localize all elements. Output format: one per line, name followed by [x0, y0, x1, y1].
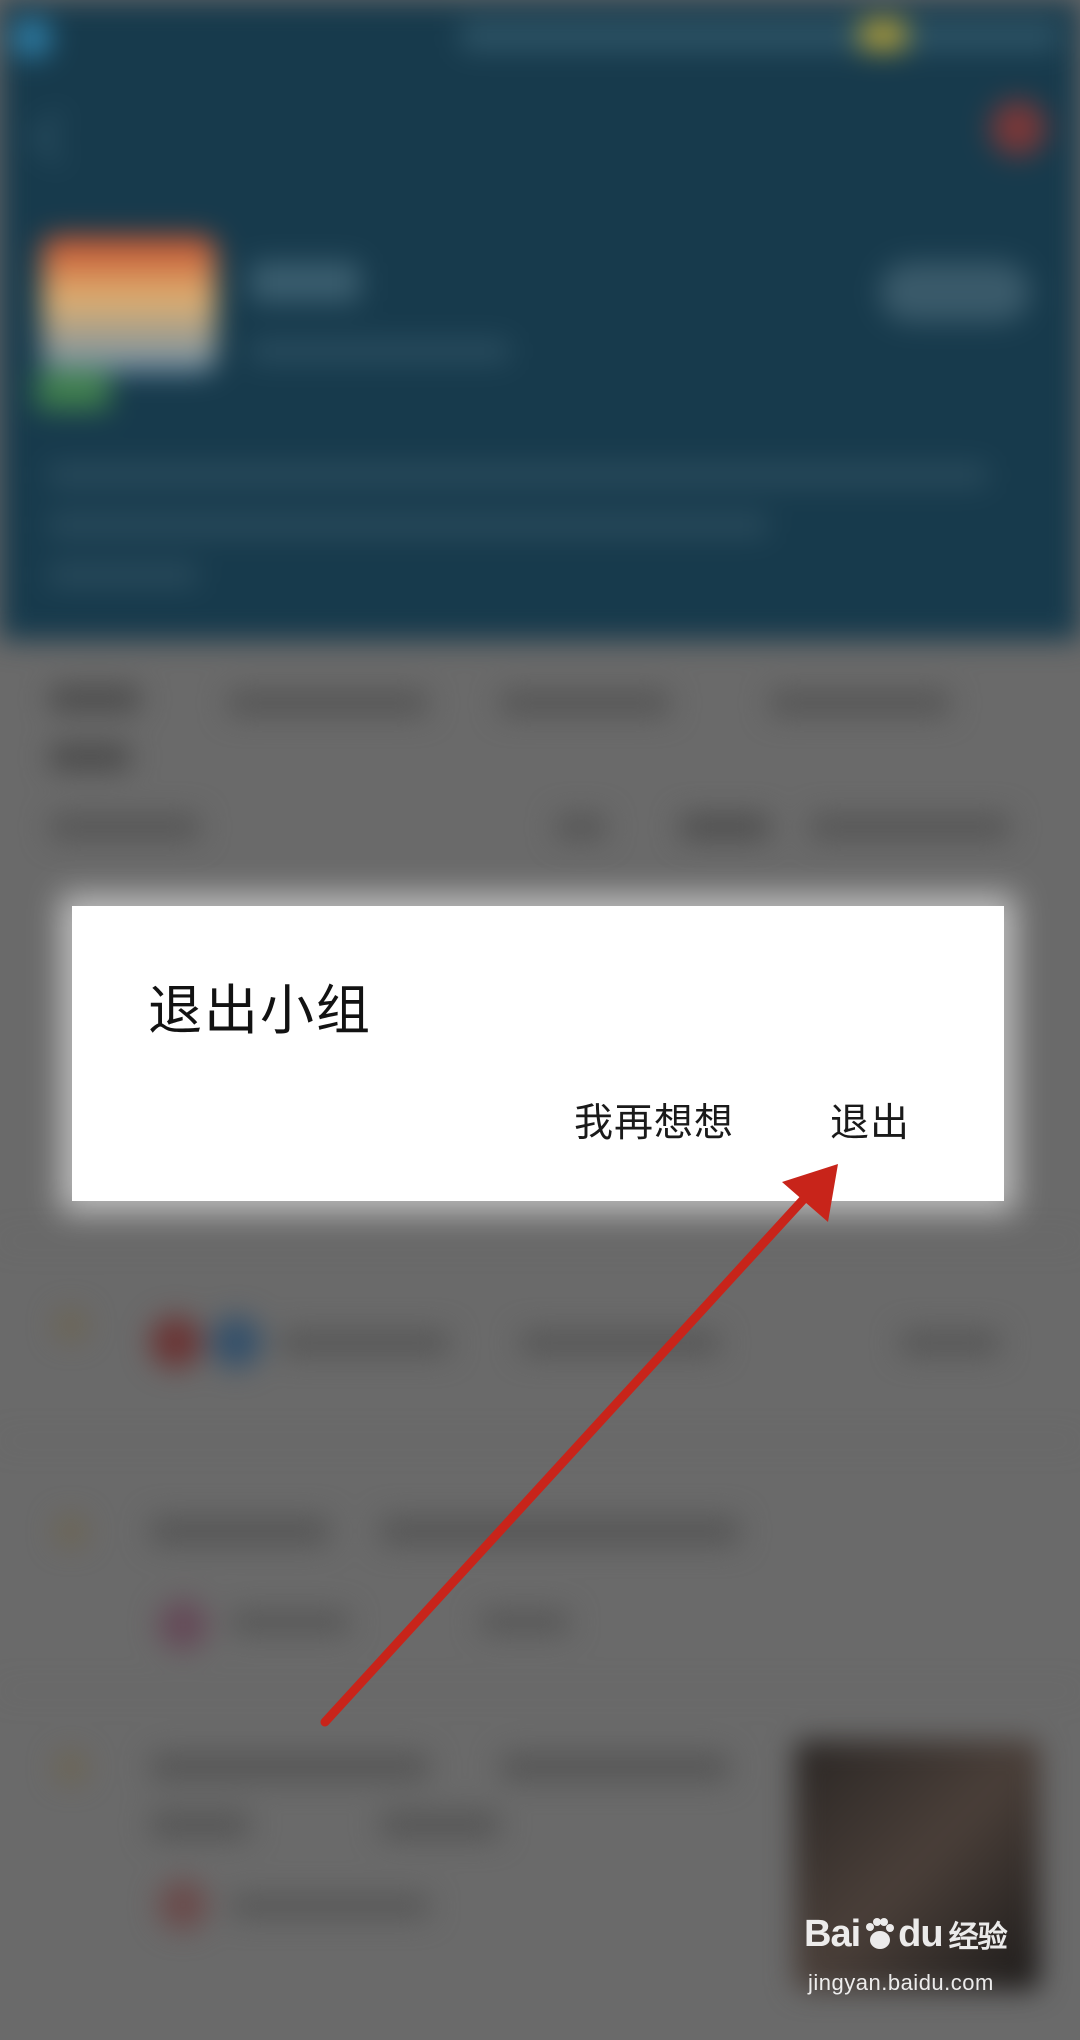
sort-option-placeholder	[556, 814, 606, 840]
group-description-line	[48, 514, 768, 536]
avatar	[150, 1316, 202, 1368]
post-title-placeholder	[150, 1516, 330, 1546]
post-title-placeholder	[500, 1752, 730, 1782]
status-bar	[460, 22, 1060, 50]
paw-icon	[866, 1918, 895, 1949]
post-meta-placeholder	[230, 1610, 350, 1634]
cancel-button[interactable]: 我再想想	[574, 1092, 734, 1148]
post-title-placeholder	[150, 1810, 250, 1840]
section-header-placeholder	[50, 814, 200, 840]
post-title-placeholder	[380, 1810, 500, 1840]
joined-button-placeholder	[880, 262, 1030, 322]
tab-placeholder	[500, 690, 670, 716]
avatar	[210, 1316, 262, 1368]
sort-option-placeholder	[680, 814, 770, 840]
rank-icon	[56, 1752, 86, 1782]
post-title-placeholder	[380, 1516, 740, 1546]
avatar	[158, 1880, 208, 1930]
post-meta-placeholder	[900, 1330, 1000, 1356]
status-bar-icon	[12, 18, 52, 58]
divider	[0, 1690, 1080, 1692]
divider	[0, 1440, 1080, 1442]
divider	[0, 1240, 1080, 1242]
group-description-line	[48, 464, 988, 486]
post-meta-placeholder	[480, 1610, 570, 1634]
group-description-line	[48, 564, 198, 586]
tab-placeholder	[770, 690, 950, 716]
dialog-title: 退出小组	[148, 979, 372, 1042]
exit-button[interactable]: 退出	[830, 1092, 910, 1148]
exit-group-dialog: 退出小组 我再想想 退出	[72, 906, 1004, 1201]
post-meta-placeholder	[280, 1330, 450, 1356]
battery-icon	[860, 20, 906, 50]
tab-placeholder	[228, 690, 428, 716]
rank-icon	[56, 1516, 86, 1546]
logo-cn-text: 经验	[948, 1920, 1008, 1955]
logo-text-right: du	[898, 1912, 943, 1955]
group-meta-placeholder	[250, 340, 510, 362]
watermark-url: jingyan.baidu.com	[808, 1970, 994, 1995]
post-meta-placeholder	[520, 1330, 720, 1356]
sort-option-placeholder	[810, 814, 1010, 840]
rank-icon	[56, 1310, 86, 1340]
tab-placeholder	[50, 686, 140, 712]
baidu-jingyan-watermark: Bai du 经验 jingyan.baidu.com	[804, 1912, 1044, 2012]
logo-text-left: Bai	[804, 1912, 861, 1955]
avatar	[158, 1600, 208, 1650]
group-name-placeholder	[250, 262, 360, 302]
post-title-placeholder	[150, 1752, 430, 1782]
notification-icon	[990, 100, 1046, 156]
group-avatar	[42, 236, 216, 372]
tab-placeholder	[50, 744, 130, 770]
group-badge	[36, 370, 110, 410]
baidu-logo: Bai du 经验	[804, 1912, 1008, 1956]
post-meta-placeholder	[230, 1894, 430, 1918]
